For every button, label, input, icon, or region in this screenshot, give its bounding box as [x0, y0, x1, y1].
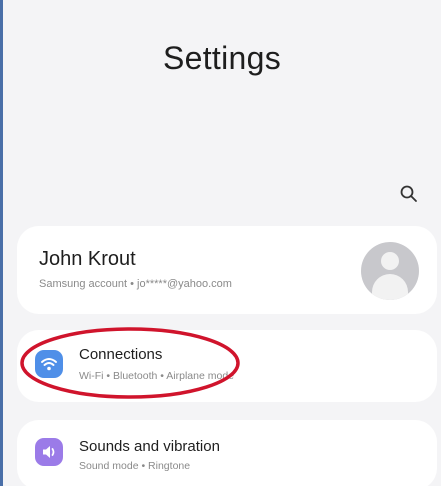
wifi-icon	[35, 350, 63, 378]
profile-name: John Krout	[39, 248, 136, 270]
connections-title: Connections	[79, 346, 163, 363]
profile-account: Samsung account • jo*****@yahoo.com	[39, 278, 232, 290]
volume-icon	[35, 438, 63, 466]
connections-subtitle: Wi-Fi • Bluetooth • Airplane mode	[79, 370, 235, 382]
settings-screen: Settings John Krout Samsung account • jo…	[0, 0, 441, 490]
avatar[interactable]	[361, 242, 419, 300]
avatar-head	[381, 252, 399, 270]
settings-item-sounds[interactable]: Sounds and vibration Sound mode • Ringto…	[17, 420, 437, 490]
page-title: Settings	[162, 40, 282, 76]
search-icon[interactable]	[399, 184, 419, 204]
sounds-title: Sounds and vibration	[79, 438, 220, 455]
settings-item-connections[interactable]: Connections Wi-Fi • Bluetooth • Airplane…	[17, 330, 437, 402]
samsung-account-card[interactable]: John Krout Samsung account • jo*****@yah…	[17, 226, 437, 314]
sounds-subtitle: Sound mode • Ringtone	[79, 460, 191, 472]
avatar-body	[372, 274, 408, 300]
